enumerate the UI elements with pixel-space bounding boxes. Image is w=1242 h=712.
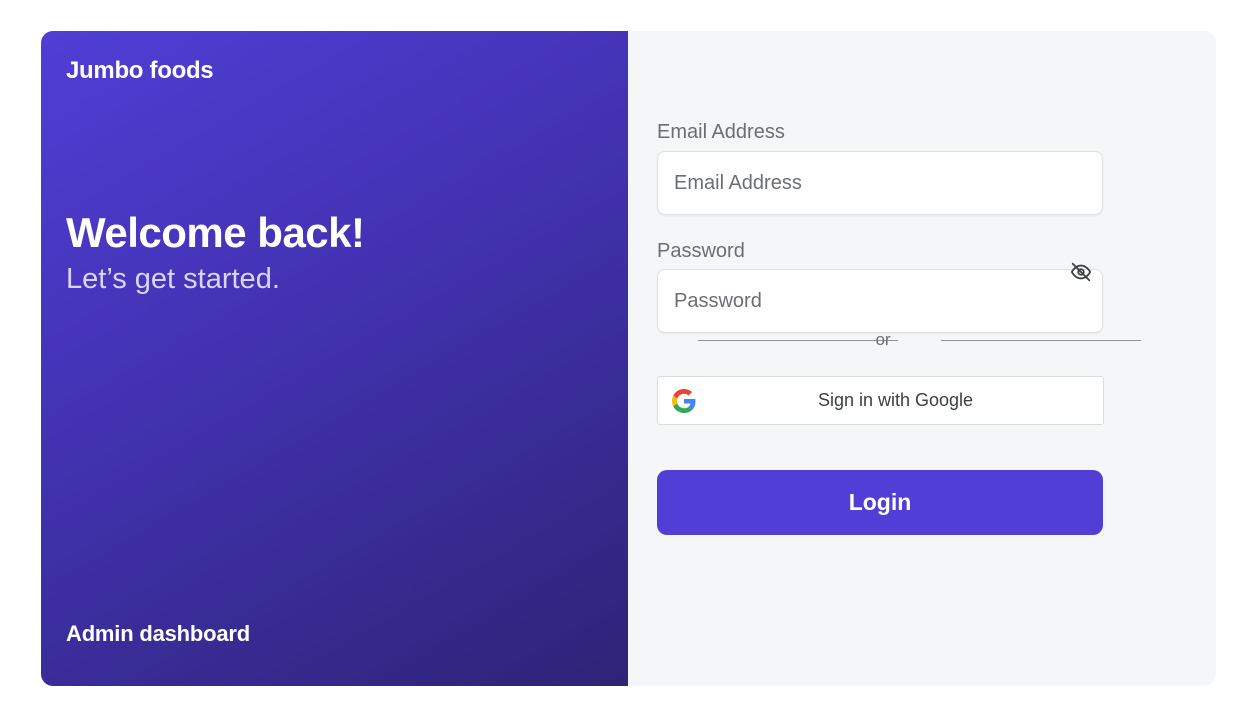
- divider-or: or: [875, 330, 891, 349]
- google-sign-in-button[interactable]: Sign in with Google: [657, 376, 1104, 425]
- password-label: Password: [657, 240, 745, 262]
- email-label: Email Address: [657, 121, 785, 143]
- email-field[interactable]: [657, 151, 1103, 215]
- welcome-subtitle: Let’s get started.: [66, 263, 280, 295]
- divider-line-right: [941, 340, 1141, 341]
- login-card: Jumbo foods Welcome back! Let’s get star…: [41, 31, 1216, 686]
- brand-name: Jumbo foods: [66, 57, 214, 84]
- google-sign-in-label: Sign in with Google: [817, 390, 974, 410]
- welcome-panel: Jumbo foods Welcome back! Let’s get star…: [41, 31, 628, 686]
- admin-dashboard-label: Admin dashboard: [66, 621, 251, 646]
- welcome-heading: Welcome back!: [66, 209, 365, 256]
- eye-off-icon[interactable]: [1070, 261, 1092, 283]
- password-field[interactable]: [657, 269, 1103, 333]
- login-button[interactable]: Login: [657, 470, 1103, 535]
